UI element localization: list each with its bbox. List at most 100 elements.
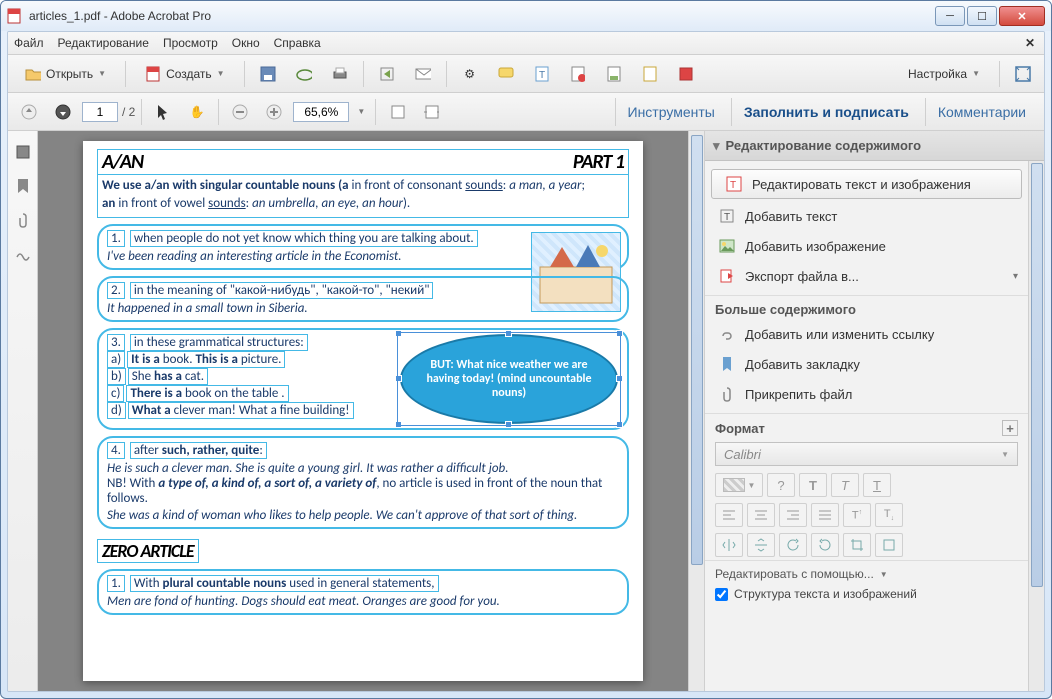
tool-add-image[interactable]: Добавить изображение <box>705 231 1028 261</box>
mode-comments[interactable]: Комментарии <box>925 98 1038 126</box>
underline-button[interactable]: T <box>863 473 891 497</box>
page-down-button[interactable] <box>48 98 78 126</box>
font-color-button[interactable]: ▼ <box>715 473 763 497</box>
page-up-button[interactable] <box>14 98 44 126</box>
maximize-button[interactable]: ☐ <box>967 6 997 26</box>
italic-button[interactable]: T <box>831 473 859 497</box>
mode-fill-sign[interactable]: Заполнить и подписать <box>731 98 921 126</box>
panel-scrollbar[interactable] <box>1028 161 1044 691</box>
fullscreen-button[interactable] <box>1008 60 1038 88</box>
dropdown-icon: ▼ <box>880 570 888 579</box>
selection-handle[interactable] <box>395 375 402 382</box>
settings-label: Настройка <box>908 67 967 81</box>
menu-help[interactable]: Справка <box>274 36 321 50</box>
toolbar-primary: Открыть ▼ Создать ▼ ⚙ T <box>8 55 1044 93</box>
selection-handle[interactable] <box>616 421 623 428</box>
font-family-select[interactable]: Calibri ▼ <box>715 442 1018 466</box>
align-left-button[interactable] <box>715 503 743 527</box>
font-name: Calibri <box>724 447 761 462</box>
dropdown-icon[interactable]: ▼ <box>353 107 369 116</box>
tool-form-button[interactable] <box>599 60 629 88</box>
checkbox-input[interactable] <box>715 588 728 601</box>
share-button[interactable] <box>372 60 402 88</box>
close-doc-icon[interactable]: ✕ <box>1022 35 1038 51</box>
open-label: Открыть <box>46 67 93 81</box>
tool-add-text[interactable]: T Добавить текст <box>705 201 1028 231</box>
save-icon <box>260 66 276 82</box>
hand-tool-button[interactable]: ✋ <box>182 98 212 126</box>
ellipse-selected-object[interactable]: BUT: What nice weather we are having tod… <box>399 334 619 424</box>
zoom-out-button[interactable] <box>225 98 255 126</box>
minimize-button[interactable]: ─ <box>935 6 965 26</box>
selection-handle[interactable] <box>616 375 623 382</box>
mode-tools[interactable]: Инструменты <box>615 98 727 126</box>
main-area: A/AN PART 1 We use a/an with singular co… <box>8 131 1044 691</box>
fit-page-button[interactable] <box>416 98 446 126</box>
panel-header[interactable]: ▾ Редактирование содержимого <box>705 131 1044 161</box>
tool-gear-button[interactable]: ⚙ <box>455 60 485 88</box>
tool-comment-button[interactable] <box>491 60 521 88</box>
structure-checkbox[interactable]: Структура текста и изображений <box>715 587 1018 601</box>
tool-edit-link[interactable]: Добавить или изменить ссылку <box>705 319 1028 349</box>
zoom-input[interactable] <box>293 102 349 122</box>
subscript-button[interactable]: T↓ <box>875 503 903 527</box>
font-size-button[interactable]: ? <box>767 473 795 497</box>
tool-export[interactable]: Экспорт файла в... ▾ <box>705 261 1028 291</box>
settings-button[interactable]: Настройка ▼ <box>897 60 991 88</box>
tool-protect-button[interactable] <box>635 60 665 88</box>
document-viewport[interactable]: A/AN PART 1 We use a/an with singular co… <box>38 131 688 691</box>
selection-handle[interactable] <box>616 330 623 337</box>
fit-width-button[interactable] <box>382 98 412 126</box>
rotate-cw-button[interactable] <box>811 533 839 557</box>
tool-addon-button[interactable] <box>671 60 701 88</box>
bookmarks-tab[interactable] <box>12 175 34 197</box>
crop-button[interactable] <box>843 533 871 557</box>
page-number-input[interactable] <box>82 102 118 122</box>
save-button[interactable] <box>253 60 283 88</box>
email-button[interactable] <box>408 60 438 88</box>
close-button[interactable]: ✕ <box>999 6 1045 26</box>
edit-with-combo[interactable]: Редактировать с помощью... ▼ <box>715 567 1018 581</box>
menu-edit[interactable]: Редактирование <box>58 36 149 50</box>
window-title: articles_1.pdf - Adobe Acrobat Pro <box>29 9 935 23</box>
checkbox-label: Структура текста и изображений <box>734 587 917 601</box>
flip-v-button[interactable] <box>747 533 775 557</box>
align-center-button[interactable] <box>747 503 775 527</box>
menu-view[interactable]: Просмотр <box>163 36 218 50</box>
tool-edit-text-image[interactable]: T Редактировать текст и изображения <box>711 169 1022 199</box>
bold-button[interactable]: T <box>799 473 827 497</box>
thumbnails-tab[interactable] <box>12 141 34 163</box>
print-button[interactable] <box>325 60 355 88</box>
separator <box>446 61 447 87</box>
create-button[interactable]: Создать ▼ <box>134 60 236 88</box>
tool-add-bookmark[interactable]: Добавить закладку <box>705 349 1028 379</box>
tool-redact-button[interactable] <box>563 60 593 88</box>
link-icon <box>719 326 735 342</box>
add-format-icon[interactable]: + <box>1002 420 1018 436</box>
tool-text-button[interactable]: T <box>527 60 557 88</box>
selection-handle[interactable] <box>505 330 512 337</box>
menu-window[interactable]: Окно <box>232 36 260 50</box>
align-right-button[interactable] <box>779 503 807 527</box>
open-button[interactable]: Открыть ▼ <box>14 60 117 88</box>
replace-image-button[interactable] <box>875 533 903 557</box>
section-format: Формат + <box>705 413 1028 438</box>
scrollbar-thumb[interactable] <box>691 135 703 565</box>
scrollbar-thumb[interactable] <box>1031 163 1043 587</box>
selection-handle[interactable] <box>395 421 402 428</box>
signatures-tab[interactable] <box>12 243 34 265</box>
select-tool-button[interactable] <box>148 98 178 126</box>
rotate-ccw-button[interactable] <box>779 533 807 557</box>
fit-width-icon <box>389 104 405 120</box>
scrollbar-vertical[interactable] <box>688 131 704 691</box>
align-justify-button[interactable] <box>811 503 839 527</box>
zoom-in-button[interactable] <box>259 98 289 126</box>
selection-handle[interactable] <box>395 330 402 337</box>
menu-file[interactable]: Файл <box>14 36 44 50</box>
tool-attach-file[interactable]: Прикрепить файл <box>705 379 1028 409</box>
attachments-tab[interactable] <box>12 209 34 231</box>
superscript-button[interactable]: T↑ <box>843 503 871 527</box>
selection-handle[interactable] <box>505 421 512 428</box>
cloud-button[interactable] <box>289 60 319 88</box>
flip-h-button[interactable] <box>715 533 743 557</box>
